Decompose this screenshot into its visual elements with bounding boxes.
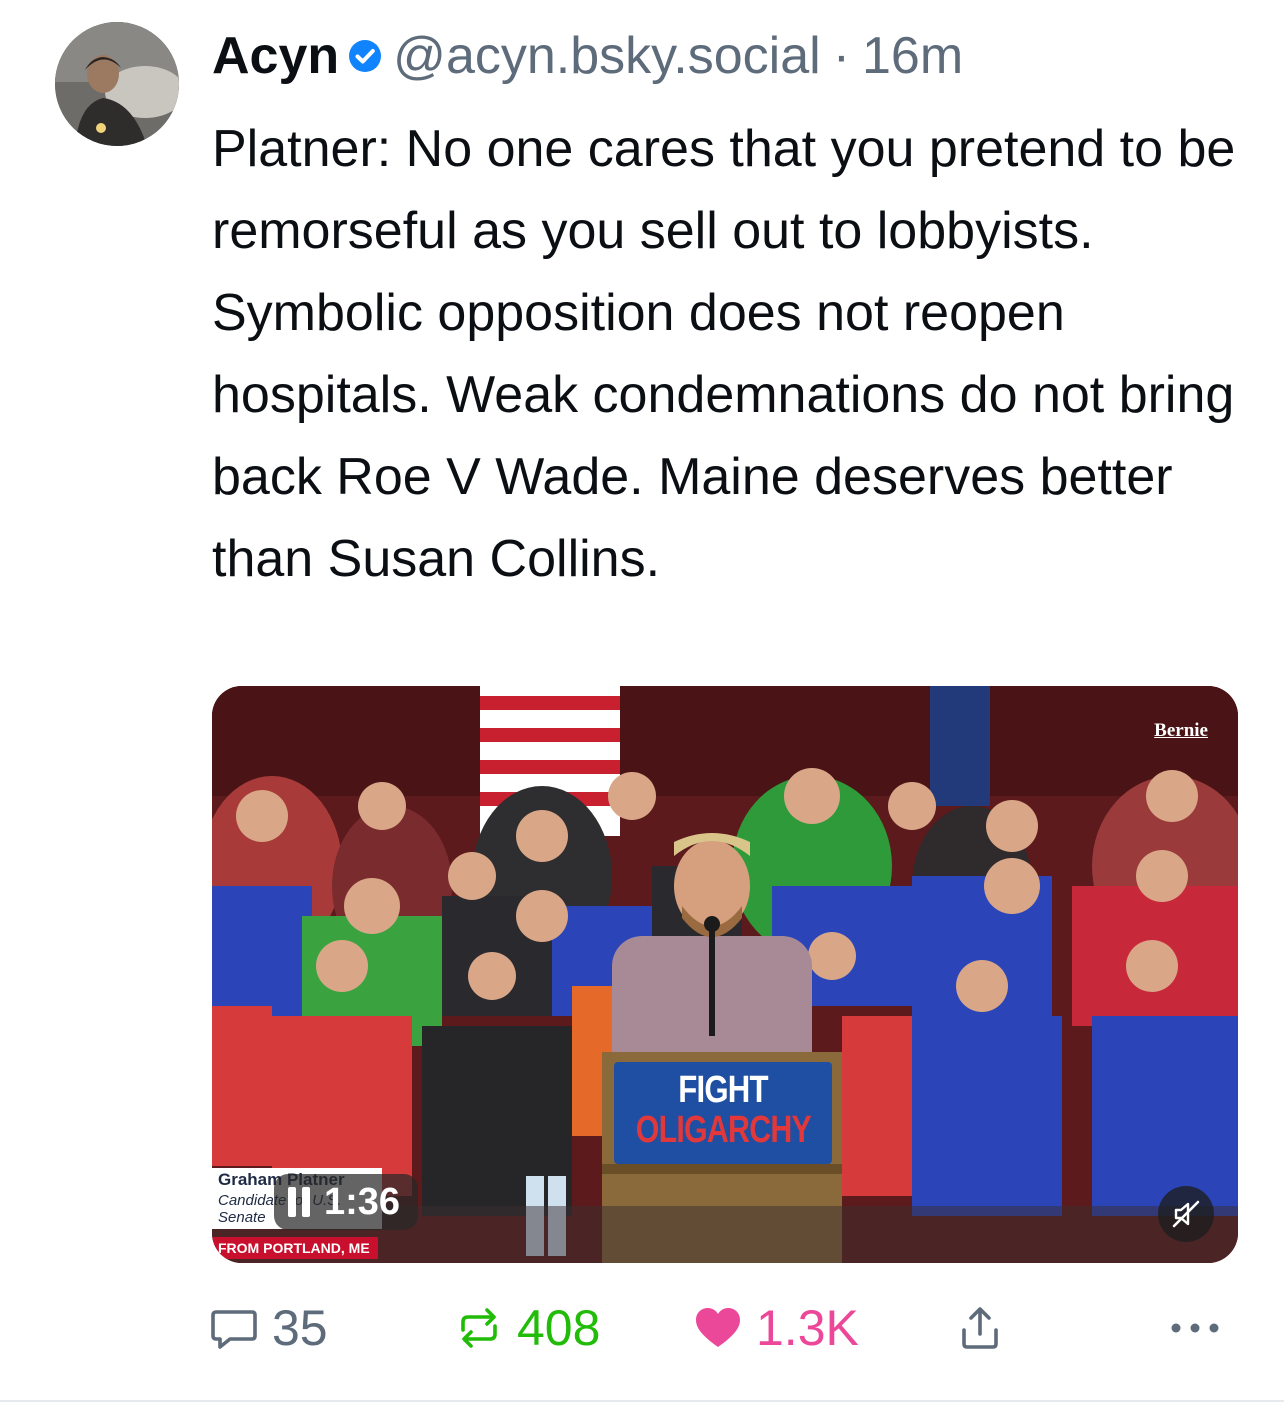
ellipsis-icon [1171,1323,1219,1333]
post-text: Platner: No one cares that you pretend t… [212,120,1236,588]
repost-count: 408 [517,1300,601,1356]
repost-button[interactable]: 408 [453,1298,600,1358]
sign-line-2: OLIGARCHY [635,1109,812,1151]
video-timer: 1:36 [324,1180,401,1223]
muted-speaker-icon [1172,1200,1200,1228]
speech-bubble-icon [211,1310,257,1349]
divider [0,1400,1284,1402]
pause-icon [288,1187,310,1217]
author-handle[interactable]: @acyn.bsky.social [393,26,821,86]
avatar-photo [55,22,179,146]
podium-sign: FIGHT OLIGARCHY [614,1062,832,1164]
repost-arrows-icon [461,1308,497,1348]
more-options-button[interactable] [1170,1298,1220,1358]
mute-button[interactable] [1158,1186,1214,1242]
verified-check-icon [349,40,382,72]
video-player[interactable]: Bernie FIGHT OLIGARCHY Graham Platner Ca… [212,686,1238,1263]
like-count: 1.3K [756,1300,859,1356]
share-button[interactable] [958,1298,1002,1358]
play-pause-button[interactable]: 1:36 [274,1174,419,1230]
author-name[interactable]: Acyn [212,26,339,86]
lower-third-location: FROM PORTLAND, ME [212,1237,378,1259]
meta-separator: · [832,27,851,85]
video-watermark: Bernie [1154,720,1208,741]
like-button[interactable]: 1.3K [692,1298,859,1358]
heart-icon [696,1308,740,1347]
author-avatar[interactable] [55,22,179,146]
reply-count: 35 [272,1300,328,1356]
post-time[interactable]: 16m [862,26,963,86]
post-header: Acyn @acyn.bsky.social · 16m [212,26,963,86]
reply-button[interactable]: 35 [208,1298,328,1358]
post-actions: 35 408 1.3K [208,1298,1228,1358]
sign-line-1: FIGHT [678,1069,768,1111]
share-upload-icon [962,1307,998,1349]
